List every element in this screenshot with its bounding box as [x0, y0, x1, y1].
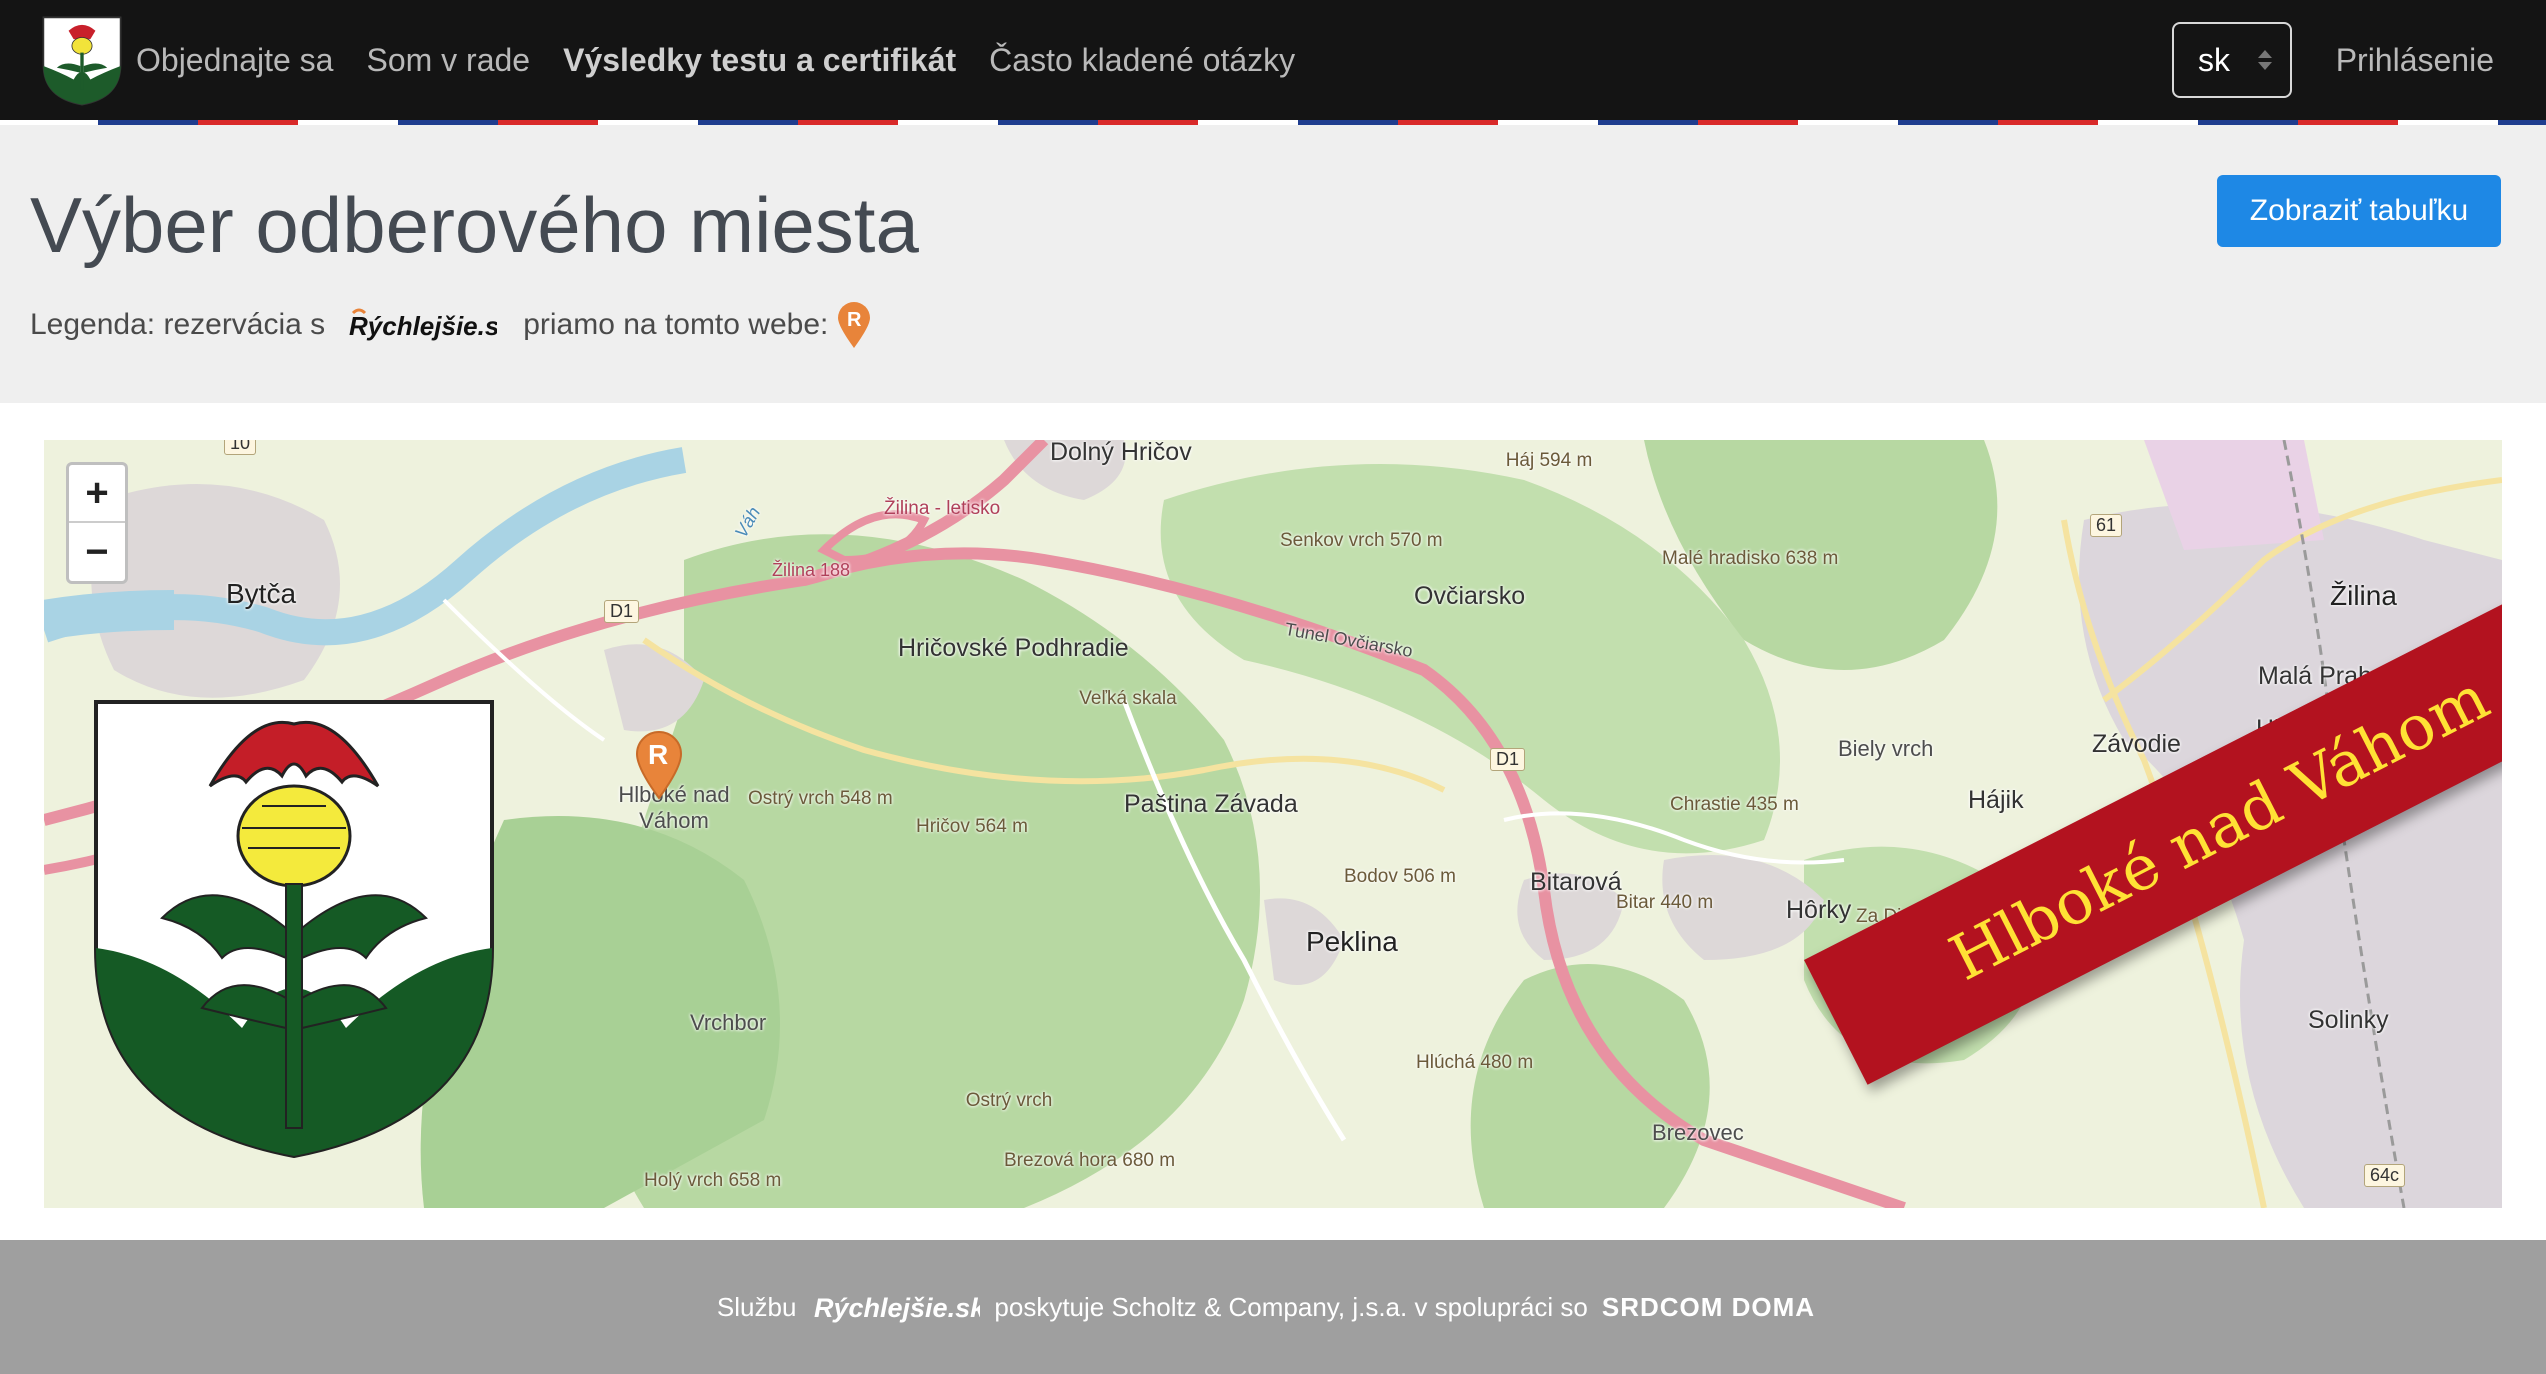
- peak-label: Hlúchá 480 m: [1416, 1052, 1534, 1073]
- legend-prefix: Legenda: rezervácia s: [30, 308, 326, 341]
- map-label-road-188: Žilina 188: [772, 560, 851, 580]
- map-label-solinky: Solinky: [2308, 1006, 2389, 1034]
- map[interactable]: Bytča Dolný Hričov Ovčiarsko Žilina Malá…: [44, 440, 2502, 1208]
- show-table-button[interactable]: Zobraziť tabuľku: [2217, 175, 2501, 247]
- legend: Legenda: rezervácia s Rýchlejšie.sk pria…: [30, 295, 872, 355]
- map-label-bitarova: Bitarová: [1530, 868, 1622, 896]
- peak-label: Veľká skala: [1079, 688, 1177, 709]
- footer-brand-text: Rýchlejšie.sk: [814, 1293, 980, 1323]
- peak-label: Brezová hora 680 m: [1004, 1150, 1176, 1171]
- map-label-hricovske-podhradie: Hričovské Podhradie: [898, 634, 1129, 662]
- peak-label: Bodov 506 m: [1344, 866, 1456, 887]
- rychlejsie-brand-logo: Rýchlejšie.sk: [349, 308, 497, 341]
- map-label-ovciarsko: Ovčiarsko: [1414, 582, 1526, 610]
- road-shield-10: 10: [224, 440, 257, 455]
- page-header: Výber odberového miesta Zobraziť tabuľku…: [0, 125, 2546, 403]
- map-label-zavodie: Závodie: [2092, 730, 2181, 758]
- road-shield-d1: D1: [604, 600, 640, 623]
- nav-link-faq[interactable]: Často kladené otázky: [989, 42, 1295, 79]
- map-label-biely-vrch: Biely vrch: [1838, 736, 1934, 761]
- select-arrows-icon: [2258, 50, 2272, 70]
- peak-label: Chrastie 435 m: [1670, 794, 1799, 815]
- peak-label: Holý vrch 658 m: [644, 1170, 782, 1191]
- map-label-zilina: Žilina: [2330, 580, 2397, 611]
- peak-label: Ostrý vrch: [965, 1090, 1053, 1111]
- map-label-dolny-hricov: Dolný Hričov: [1050, 440, 1192, 466]
- footer-brand-logo[interactable]: Rýchlejšie.sk: [810, 1285, 980, 1329]
- peak-label: Malé hradisko 638 m: [1662, 548, 1839, 569]
- legend-suffix: priamo na tomto webe:: [523, 308, 829, 341]
- map-label-hajik: Hájik: [1968, 786, 2024, 814]
- brand-logo-text: Rýchlejšie.sk: [349, 311, 497, 341]
- peak-label: Hričov 564 m: [916, 816, 1028, 837]
- language-value: sk: [2198, 41, 2230, 78]
- map-label-pastina-zavada: Paština Závada: [1124, 790, 1298, 818]
- map-label-airport: Žilina - letisko: [884, 498, 1001, 519]
- nav-link-in-queue[interactable]: Som v rade: [366, 42, 530, 79]
- map-label-peklina: Peklina: [1306, 926, 1398, 957]
- footer: Službu Rýchlejšie.sk poskytuje Scholtz &…: [0, 1240, 2546, 1374]
- language-select[interactable]: sk: [2172, 22, 2292, 98]
- peak-label: Senkov vrch 570 m: [1280, 530, 1443, 551]
- login-link[interactable]: Prihlásenie: [2336, 0, 2494, 120]
- map-label-vrchbor: Vrchbor: [690, 1010, 767, 1035]
- footer-prefix: Službu: [716, 1291, 797, 1322]
- page-title: Výber odberového miesta: [30, 181, 919, 269]
- peak-label: Ostrý vrch 548 m: [748, 788, 893, 809]
- municipality-coat-of-arms: [94, 700, 494, 1159]
- orange-r-pin-icon: R: [838, 302, 871, 348]
- zoom-out-button[interactable]: −: [69, 523, 125, 581]
- peak-label: Háj 594 m: [1505, 450, 1593, 471]
- nav-link-order[interactable]: Objednajte sa: [136, 42, 333, 79]
- coat-of-arms-logo[interactable]: [40, 14, 124, 108]
- footer-partner-logo[interactable]: SRDCOM DOMA: [1602, 1292, 1815, 1323]
- map-label-brezovec: Brezovec: [1652, 1120, 1744, 1145]
- navbar: Objednajte sa Som v rade Výsledky testu …: [0, 0, 2546, 120]
- zoom-in-button[interactable]: +: [69, 465, 125, 523]
- footer-text: poskytuje Scholtz & Company, j.s.a. v sp…: [994, 1291, 1588, 1322]
- svg-text:R: R: [648, 739, 668, 770]
- peak-label: Bitar 440 m: [1616, 892, 1714, 913]
- nav-link-results[interactable]: Výsledky testu a certifikát: [563, 42, 956, 79]
- road-shield-61: 61: [2090, 514, 2123, 537]
- sampling-site-marker-icon[interactable]: R: [634, 730, 684, 800]
- zoom-control: + −: [66, 462, 128, 584]
- map-label-bytca: Bytča: [226, 578, 297, 609]
- road-shield-64c: 64c: [2364, 1164, 2406, 1187]
- map-label-horky: Hôrky: [1786, 896, 1852, 924]
- road-shield-d1: D1: [1490, 748, 1526, 771]
- svg-text:R: R: [847, 309, 862, 331]
